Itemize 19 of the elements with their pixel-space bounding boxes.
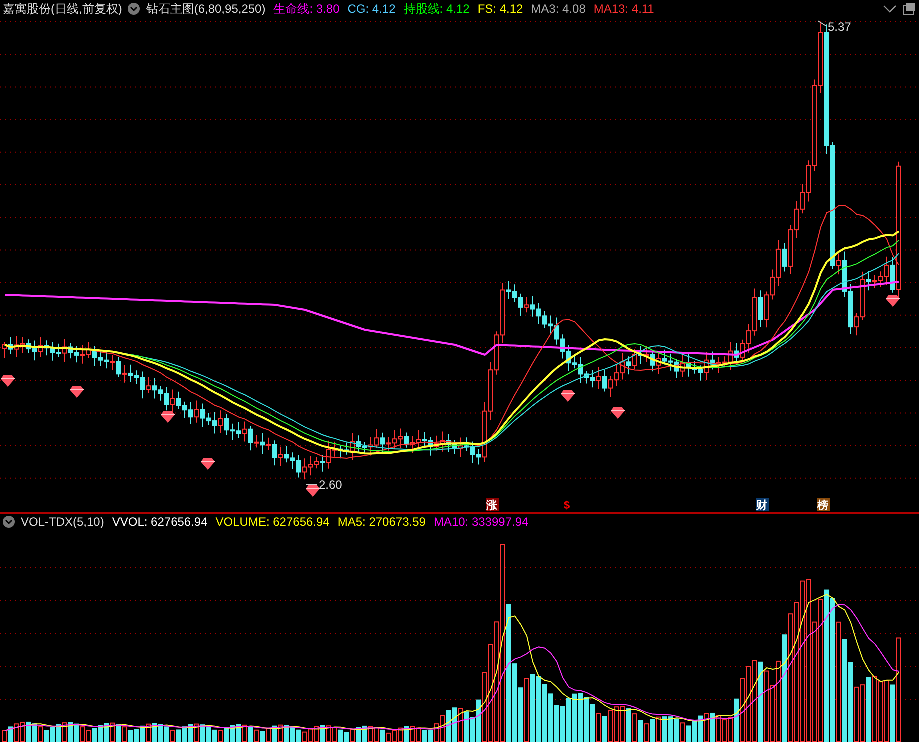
high-price-label: 5.37	[828, 20, 852, 34]
stock-title: 嘉寓股份(日线,前复权)	[3, 0, 122, 18]
legend-item: 生命线: 3.80	[274, 0, 340, 18]
low-price-label: 2.60	[319, 478, 342, 492]
indicator-name: 钻石主图(6,80,95,250)	[146, 0, 266, 18]
legend-item: MA13: 4.11	[594, 2, 654, 16]
legend-item: MA3: 4.08	[531, 2, 586, 16]
legend-item: MA10: 333997.94	[434, 515, 529, 529]
legend-item: FS: 4.12	[478, 2, 524, 16]
event-marker[interactable]: $	[564, 500, 570, 512]
legend-item: MA5: 270673.59	[338, 515, 426, 529]
legend-item: 持股线: 4.12	[404, 0, 470, 18]
event-label[interactable]: 涨	[486, 500, 498, 512]
legend-item: VVOL: 627656.94	[112, 515, 208, 529]
event-label[interactable]: 财	[756, 500, 768, 512]
legend-item: CG: 4.12	[348, 2, 396, 16]
indicator-name: VOL-TDX(5,10)	[21, 515, 104, 529]
legend-item: VOLUME: 627656.94	[216, 515, 330, 529]
event-label[interactable]: 榜	[818, 500, 828, 512]
